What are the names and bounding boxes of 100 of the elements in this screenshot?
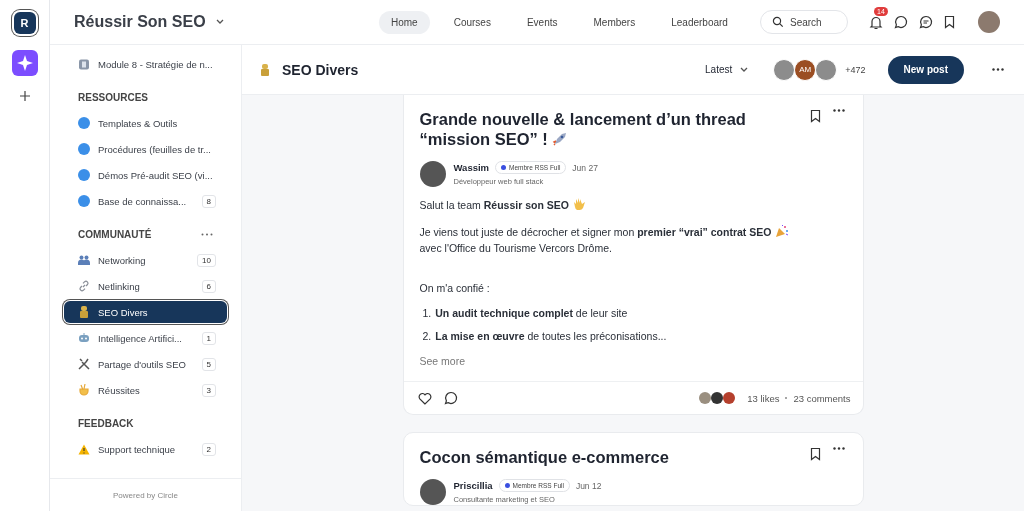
item-count: 10 [197,253,216,267]
new-post-button[interactable]: New post [887,55,964,84]
waving-hand-icon [572,197,587,211]
sidebar-item-label: SEO Divers [98,306,149,318]
post-title[interactable]: Grande nouvelle & lancement d’un thread “mission SEO” ! [419,109,798,149]
bookmark-icon[interactable] [809,109,821,123]
liker-avatar [723,392,736,404]
sidebar-item[interactable]: Réussites 3 [64,379,227,401]
sidebar-item[interactable]: Module 8 - Stratégie de n... [64,53,227,75]
sidebar-item-label: Intelligence Artifici... [98,332,183,344]
more-icon[interactable] [832,447,845,450]
heart-icon[interactable] [417,391,432,405]
member-avatar[interactable] [773,58,796,81]
nav-tab[interactable]: Courses [441,10,503,34]
message-icon[interactable] [919,15,933,29]
sparkle-icon[interactable] [11,50,38,76]
post-text: Salut la team Réussir son SEO [419,199,569,211]
bookmark-icon[interactable] [944,15,955,29]
list-item-text: La mise en œuvre de toutes les préconisations... [435,330,667,342]
figure-icon [78,306,90,318]
post-title[interactable]: Cocon sémantique e-commerce [419,447,798,467]
item-count: 1 [201,331,216,345]
more-icon[interactable] [992,68,1004,71]
nav-tab[interactable]: Events [514,10,570,34]
sidebar-item[interactable]: Netlinking 6 [64,275,227,297]
sidebar-item-label: Procédures (feuilles de tr... [98,143,212,155]
list-number: 1. [422,307,432,319]
sidebar-item[interactable]: Démos Pré-audit SEO (vi... [64,164,227,186]
sidebar-item-label: Templates & Outils [98,117,179,129]
author-avatar[interactable] [419,479,446,505]
powered-by-text[interactable]: Powered by Circle [113,490,178,500]
user-avatar[interactable] [978,11,1000,33]
author-name[interactable]: Wassim [453,162,490,173]
post-date[interactable]: Jun 12 [575,480,602,491]
bookmark-icon[interactable] [809,447,821,461]
sort-dropdown[interactable]: Latest [705,64,749,75]
plus-icon[interactable] [18,90,31,102]
item-count: 2 [201,442,216,456]
search-field[interactable]: Search [760,10,848,34]
post-text: Je viens tout juste de décrocher et signer mon premier “vrai” contrat SEO [419,226,772,238]
nav-tab[interactable]: Leaderboard [659,10,740,34]
sidebar-item[interactable]: SEO Divers [64,301,227,323]
member-avatar[interactable]: AM [794,58,817,81]
sidebar-item-label: Support technique [98,443,177,455]
member-count[interactable]: +472 [845,64,866,75]
link-icon [78,280,90,292]
sidebar-item[interactable]: Networking 10 [64,249,227,271]
post-text: avec l'Office du Tourisme Vercors Drôme. [419,242,612,254]
section-heading: RESSOURCES [78,92,148,103]
likes-count[interactable]: 13 likes [747,392,780,404]
sidebar-item[interactable]: Templates & Outils [64,112,227,134]
sidebar-item[interactable]: Support technique 2 [64,438,227,460]
sidebar-item-label: Partage d'outils SEO [98,358,187,370]
more-icon[interactable] [201,233,213,236]
bell-icon[interactable] [869,14,883,30]
people-icon [78,255,90,265]
item-count: 5 [201,357,216,371]
member-avatar[interactable] [815,58,838,81]
nav-tab[interactable]: Members [581,10,648,34]
sidebar-item-label: Netlinking [98,280,141,292]
module-icon [78,58,90,70]
hand-icon [78,384,90,396]
space-title: SEO Divers [282,61,359,78]
section-heading: FEEDBACK [78,418,134,429]
section-heading: COMMUNAUTÉ [78,229,152,240]
sidebar-item[interactable]: Intelligence Artifici... 1 [64,327,227,349]
figure-icon [260,63,270,76]
liker-avatar [699,392,712,404]
author-name[interactable]: Priscillia [453,480,493,491]
sidebar-item-label: Module 8 - Stratégie de n... [98,58,214,70]
warning-icon [78,443,90,455]
rocket-icon [551,131,568,147]
chat-bubble-icon[interactable] [894,15,908,29]
comments-count[interactable]: 23 comments [793,392,851,404]
party-popper-icon [775,224,790,238]
robot-icon [78,332,90,344]
sidebar-item[interactable]: Procédures (feuilles de tr... [64,138,227,160]
post-text: On m'a confié : [419,282,490,294]
chevron-down-icon [740,66,749,73]
sidebar-item-label: Réussites [98,384,141,396]
list-number: 2. [422,330,432,342]
community-name[interactable]: Réussir Son SEO [74,13,206,31]
sidebar-item-label: Networking [98,254,147,266]
author-avatar[interactable] [419,161,446,187]
item-count: 3 [201,383,216,397]
list-item-text: Un audit technique complet de leur site [435,307,628,319]
item-count: 6 [201,279,216,293]
community-logo[interactable]: R [13,12,36,34]
sidebar-item[interactable]: Partage d'outils SEO 5 [64,353,227,375]
sidebar-item-label: Base de connaissa... [98,195,188,207]
comment-icon[interactable] [443,391,458,405]
post-date[interactable]: Jun 27 [572,162,598,173]
more-icon[interactable] [832,109,845,112]
sidebar-item-label: Démos Pré-audit SEO (vi... [98,169,214,181]
liker-avatar [711,392,724,404]
sidebar-item[interactable]: Base de connaissa... 8 [64,190,227,212]
item-count: 8 [201,194,216,208]
nav-tab[interactable]: Home [379,10,430,34]
chevron-down-icon[interactable] [215,19,224,25]
see-more-link[interactable]: See more [419,355,466,367]
